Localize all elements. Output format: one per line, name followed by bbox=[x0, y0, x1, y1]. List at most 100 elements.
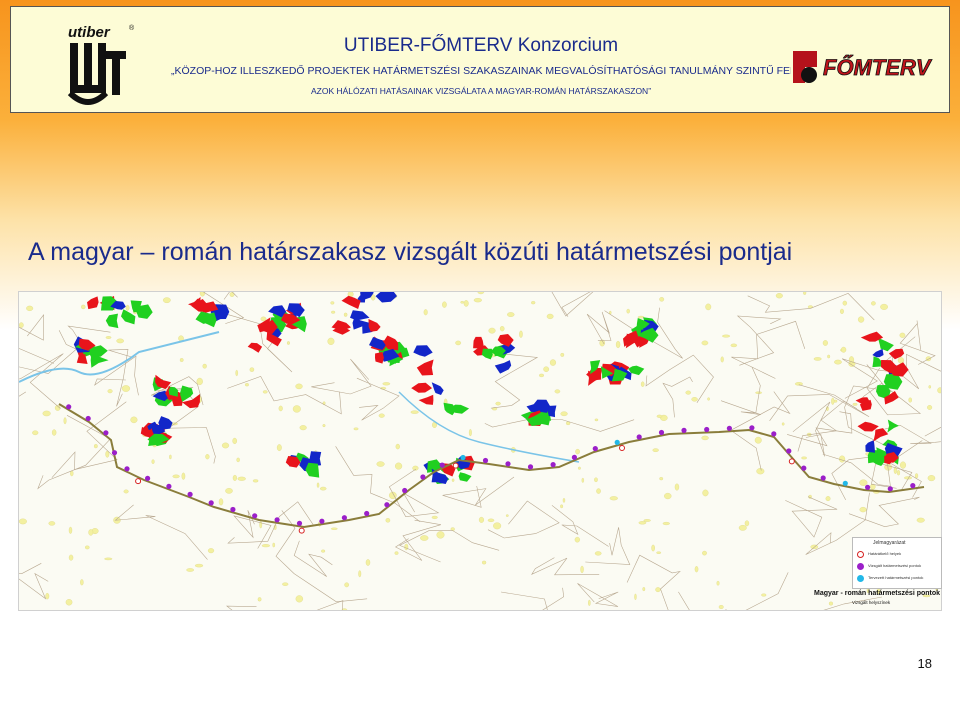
settlement bbox=[720, 356, 724, 363]
settlement bbox=[232, 437, 237, 444]
settlement bbox=[549, 359, 556, 366]
legend-item-label: Vizsgált határmetszési pontok bbox=[868, 563, 922, 568]
settlement bbox=[172, 474, 180, 479]
settlement bbox=[205, 454, 210, 460]
settlement bbox=[828, 601, 834, 606]
border-point bbox=[252, 513, 258, 519]
settlement bbox=[179, 358, 184, 362]
settlement bbox=[927, 475, 936, 482]
settlement bbox=[321, 549, 326, 553]
border-point bbox=[85, 415, 91, 422]
border-point bbox=[910, 483, 916, 489]
settlement bbox=[330, 527, 338, 530]
settlement bbox=[487, 518, 495, 522]
settlement bbox=[560, 411, 568, 417]
settlement bbox=[578, 466, 581, 470]
settlement bbox=[937, 387, 941, 394]
settlement bbox=[232, 474, 237, 481]
settlement bbox=[278, 405, 283, 412]
settlement bbox=[738, 525, 747, 531]
settlement bbox=[260, 316, 267, 322]
settlement bbox=[162, 297, 171, 303]
settlement bbox=[130, 416, 138, 424]
examined-point-icon bbox=[857, 563, 864, 570]
settlement bbox=[237, 476, 246, 481]
settlement bbox=[299, 425, 307, 431]
border-point bbox=[658, 429, 665, 436]
settlement bbox=[659, 477, 664, 481]
settlement bbox=[316, 482, 320, 488]
border-point bbox=[865, 484, 871, 490]
crossing-point bbox=[452, 462, 459, 469]
border-point bbox=[726, 425, 733, 431]
settlement bbox=[822, 340, 828, 346]
settlement bbox=[916, 517, 925, 523]
settlement bbox=[80, 579, 84, 586]
border-point bbox=[274, 517, 280, 523]
border-point bbox=[145, 475, 151, 481]
settlement bbox=[775, 293, 783, 299]
legend-item-examined: Vizsgált határmetszési pontok bbox=[857, 563, 941, 571]
settlement bbox=[634, 593, 637, 600]
settlement bbox=[344, 582, 349, 588]
settlement bbox=[404, 543, 409, 551]
settlement bbox=[493, 522, 502, 530]
settlement bbox=[722, 334, 730, 338]
settlement bbox=[463, 300, 469, 307]
settlement bbox=[840, 308, 844, 314]
settlement bbox=[702, 550, 707, 556]
settlement bbox=[327, 337, 335, 345]
settlement bbox=[852, 402, 858, 406]
settlement bbox=[596, 488, 601, 494]
settlement bbox=[581, 477, 584, 483]
settlement bbox=[640, 381, 645, 387]
settlement bbox=[488, 327, 496, 334]
settlement bbox=[664, 492, 672, 500]
settlement bbox=[495, 401, 501, 406]
map-caption-title: Magyar - román határmetszési pontok bbox=[814, 590, 941, 597]
settlement bbox=[331, 310, 336, 314]
fomterv-logo: FŐMTERV bbox=[791, 47, 946, 87]
map-caption-subtitle: Vizsgált helyszínek bbox=[852, 600, 891, 605]
settlement bbox=[560, 504, 564, 509]
settlement bbox=[781, 422, 785, 426]
settlement bbox=[107, 389, 113, 394]
settlement bbox=[643, 519, 651, 522]
settlement bbox=[831, 397, 835, 405]
settlement bbox=[896, 470, 901, 476]
settlement bbox=[286, 341, 290, 345]
settlement bbox=[207, 548, 215, 554]
settlement bbox=[707, 397, 710, 401]
settlement bbox=[519, 330, 523, 338]
settlement bbox=[871, 301, 876, 306]
settlement bbox=[574, 536, 580, 543]
border-point bbox=[187, 491, 193, 497]
settlement bbox=[116, 338, 124, 344]
settlement bbox=[659, 297, 665, 302]
border-point bbox=[460, 454, 466, 461]
border-point bbox=[66, 404, 72, 410]
settlement bbox=[755, 391, 762, 394]
settlement bbox=[507, 312, 515, 317]
border-point bbox=[319, 518, 325, 524]
settlement bbox=[694, 566, 699, 573]
settlement bbox=[899, 332, 906, 338]
settlement bbox=[261, 544, 270, 548]
settlement bbox=[651, 544, 655, 552]
settlement bbox=[841, 346, 847, 353]
settlement bbox=[295, 595, 304, 603]
settlement bbox=[554, 389, 561, 394]
settlement bbox=[813, 357, 822, 361]
settlement bbox=[295, 383, 303, 390]
border-point bbox=[341, 515, 347, 521]
settlement bbox=[560, 353, 565, 357]
border-point bbox=[166, 483, 172, 489]
settlement bbox=[330, 301, 335, 305]
border-point bbox=[550, 462, 556, 468]
settlement bbox=[825, 496, 831, 502]
settlement bbox=[701, 435, 709, 441]
settlement bbox=[859, 479, 868, 486]
fomterv-logo-text: FŐMTERV bbox=[823, 55, 933, 80]
settlement bbox=[914, 473, 919, 479]
border-point bbox=[771, 431, 777, 437]
